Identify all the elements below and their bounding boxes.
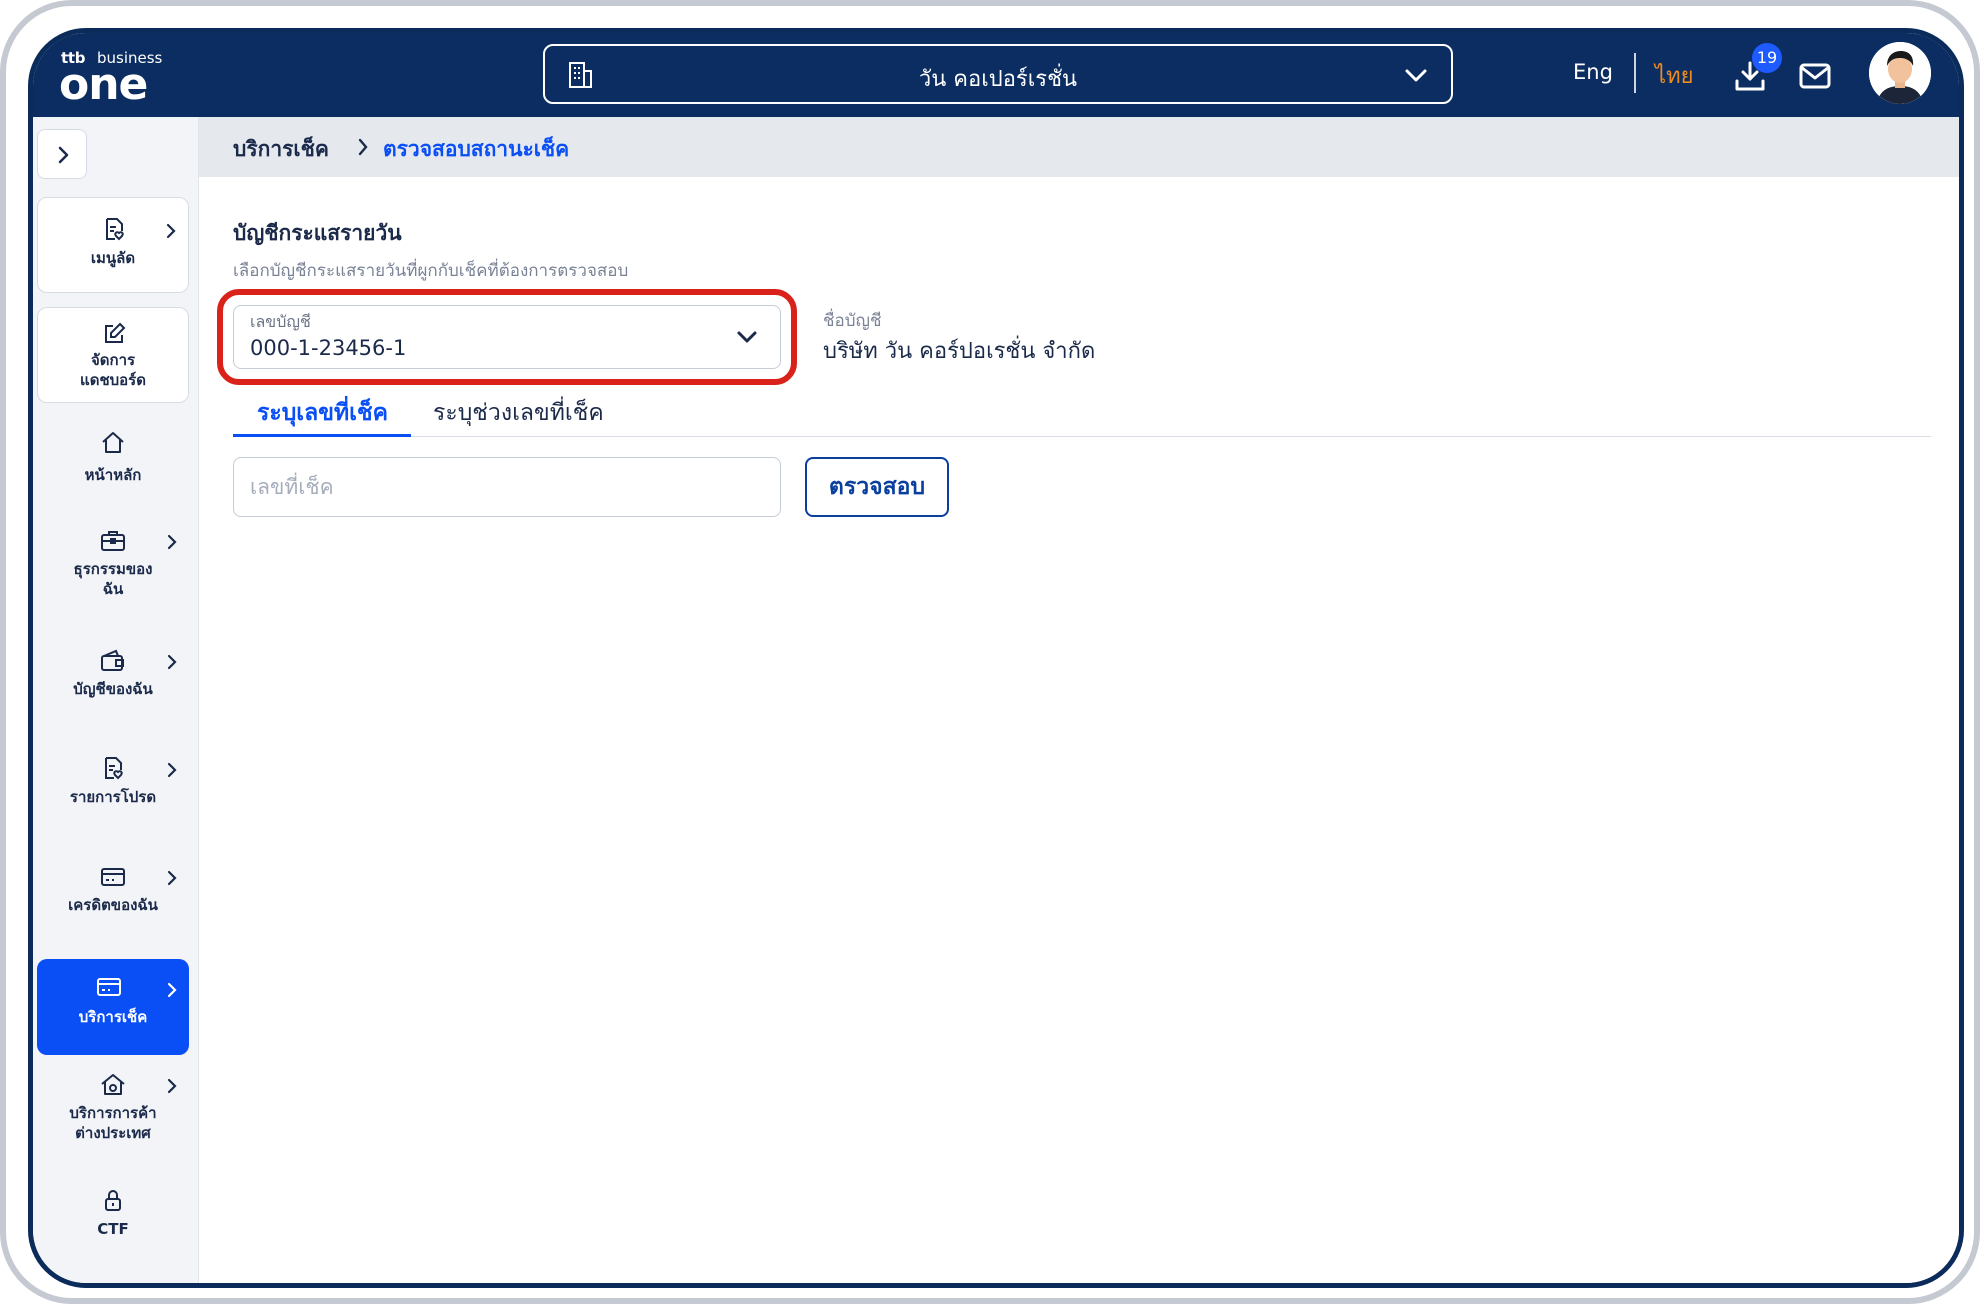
account-number-label: เลขบัญชี (250, 312, 311, 331)
company-name: วัน คอเปอร์เรชั่น (918, 67, 1078, 92)
cheque-input-tabs: ระบุเลขที่เช็ค ระบุช่วงเลขที่เช็ค (233, 387, 1931, 437)
ttb-business-one-logo[interactable]: ttb business one (59, 49, 171, 110)
cheque-icon (97, 978, 121, 996)
chevron-right-icon (167, 762, 177, 778)
chevron-right-icon (167, 534, 177, 550)
sidebar-item-my-credit[interactable]: เครดิตของฉัน (37, 853, 189, 943)
doc-heart-icon (106, 218, 124, 241)
chevron-right-icon (358, 138, 368, 156)
sidebar-item-manage-dashboard[interactable]: จัดการ แดชบอร์ด (37, 307, 189, 403)
chevron-down-icon (1405, 69, 1427, 82)
account-name-value: บริษัท วัน คอร์ปอเรชั่น จำกัด (823, 339, 1096, 364)
sidebar-item-label: บัญชีของฉัน (73, 680, 153, 698)
sidebar-item-ctf[interactable]: CTF (37, 1177, 189, 1267)
sidebar-item-label: ธุรกรรมของ (73, 560, 153, 578)
company-selector[interactable]: วัน คอเปอร์เรชั่น (543, 44, 1453, 104)
chevron-right-icon (166, 223, 176, 239)
lang-eng-toggle[interactable]: Eng (1573, 60, 1613, 84)
home-icon (102, 432, 124, 453)
main-content: บริการเช็ค ตรวจสอบสถานะเช็ค บัญชีกระแสรา… (199, 117, 1959, 1283)
tab-cheque-number[interactable]: ระบุเลขที่เช็ค (257, 395, 388, 431)
account-number-value: 000-1-23456-1 (250, 336, 407, 360)
tab-cheque-range[interactable]: ระบุช่วงเลขที่เช็ค (433, 395, 604, 431)
app-window: ttb business one วัน คอเปอร์เรชั่น Eng ไ… (28, 28, 1964, 1288)
trade-house-icon (101, 1074, 125, 1095)
lang-thai-toggle[interactable]: ไทย (1655, 58, 1693, 93)
top-bar: ttb business one วัน คอเปอร์เรชั่น Eng ไ… (33, 33, 1959, 117)
sidebar-item-label: บริการเช็ค (78, 1008, 148, 1026)
sidebar-item-label: รายการโปรด (69, 788, 157, 806)
sidebar-item-label-line2: ฉัน (102, 580, 124, 598)
device-bezel: ttb business one วัน คอเปอร์เรชั่น Eng ไ… (0, 0, 1980, 1304)
sidebar-item-shortcut-menu[interactable]: เมนูลัด (37, 197, 189, 293)
chevron-right-icon (58, 146, 69, 164)
chevron-right-icon (167, 654, 177, 670)
section-subtitle: เลือกบัญชีกระแสรายวันที่ผูกกับเช็คที่ต้อ… (233, 261, 629, 281)
sidebar-item-label: CTF (97, 1220, 129, 1238)
mail-icon[interactable] (1798, 61, 1832, 91)
lang-divider (1634, 53, 1636, 93)
wallet-icon (101, 649, 124, 671)
sidebar-item-label: บริการการค้า (69, 1104, 157, 1122)
sidebar-toggle-button[interactable] (37, 129, 87, 179)
account-name-label: ชื่อบัญชี (823, 311, 882, 331)
download-count-badge: 19 (1752, 43, 1782, 73)
section-title: บัญชีกระแสรายวัน (233, 221, 402, 245)
cheque-number-input[interactable] (233, 457, 781, 517)
lock-icon (105, 1190, 121, 1211)
sidebar-item-label-line2: แดชบอร์ด (80, 371, 146, 389)
edit-icon (105, 322, 126, 343)
chevron-down-icon (737, 331, 757, 343)
briefcase-icon (101, 531, 125, 551)
logo-word: one (59, 59, 148, 110)
sidebar-item-label: จัดการ (90, 351, 136, 369)
sidebar-item-label: หน้าหลัก (84, 466, 142, 484)
chevron-right-icon (167, 1078, 177, 1094)
active-tab-indicator (233, 434, 411, 437)
chevron-right-icon (167, 870, 177, 886)
sidebar-item-label: เครดิตของฉัน (68, 896, 158, 914)
user-avatar[interactable] (1869, 42, 1931, 104)
sidebar-item-label: เมนูลัด (90, 249, 136, 267)
sidebar-item-trade-services[interactable]: บริการการค้า ต่างประเทศ (37, 1063, 189, 1163)
sidebar-item-cheque-services[interactable]: บริการเช็ค (37, 959, 189, 1055)
chevron-right-icon (167, 982, 177, 998)
account-number-select[interactable]: เลขบัญชี 000-1-23456-1 (233, 305, 781, 369)
breadcrumb: บริการเช็ค ตรวจสอบสถานะเช็ค (199, 117, 1959, 177)
sidebar-item-favorites[interactable]: รายการโปรด (37, 745, 189, 835)
sidebar-item-my-transactions[interactable]: ธุรกรรมของ ฉัน (37, 517, 189, 617)
check-button[interactable]: ตรวจสอบ (805, 457, 949, 517)
sidebar-item-my-accounts[interactable]: บัญชีของฉัน (37, 637, 189, 727)
sidebar-item-home[interactable]: หน้าหลัก (37, 417, 189, 507)
doc-heart-icon (105, 757, 123, 780)
breadcrumb-parent-link[interactable]: บริการเช็ค (233, 133, 329, 166)
breadcrumb-current: ตรวจสอบสถานะเช็ค (383, 137, 570, 161)
sidebar-item-label-line2: ต่างประเทศ (75, 1124, 151, 1142)
credit-card-icon (101, 868, 125, 886)
sidebar: เมนูลัด จัดการ แดชบอร์ด หน้าหลัก ธุรกรรม… (33, 117, 199, 1283)
